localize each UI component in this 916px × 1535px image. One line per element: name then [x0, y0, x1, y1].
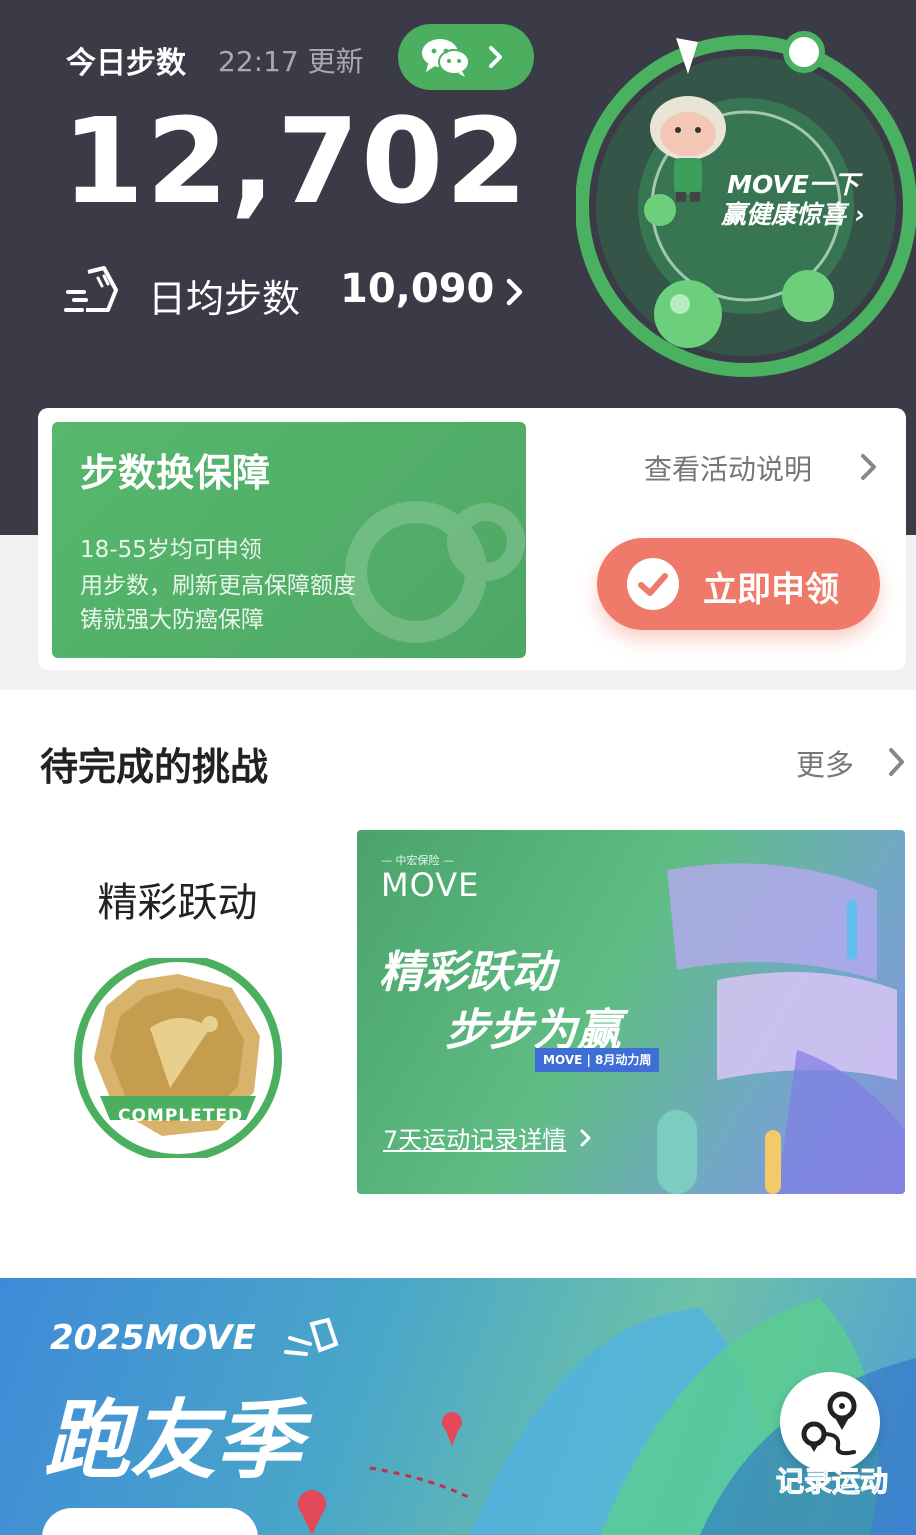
- banner-brand: MOVE: [381, 866, 480, 904]
- move-promo-text: MOVE一下 赢健康惊喜 ›: [718, 170, 868, 230]
- banner-tag: MOVE | 8月动力周: [535, 1048, 660, 1072]
- steps-for-coverage-panel[interactable]: 步数换保障 18-55岁均可申领 用步数，刷新更高保障额度 铸就强大防癌保障: [52, 422, 526, 658]
- banner-year: 2025MOVE: [50, 1318, 256, 1358]
- today-steps-count: 12,702: [62, 92, 530, 230]
- running-shoe-icon: [64, 266, 118, 312]
- banner-headline-1: 精彩跃动: [379, 947, 555, 998]
- chevron-right-icon: [580, 1129, 591, 1147]
- medal-status-label: COMPLETED: [118, 1106, 244, 1126]
- decorative-logo-icon: [345, 501, 525, 643]
- challenges-more-link[interactable]: 更多: [796, 742, 854, 784]
- activity-rules-link[interactable]: 查看活动说明: [644, 448, 812, 488]
- route-map-icon: [780, 1372, 880, 1472]
- wechat-icon: [422, 39, 470, 77]
- promo-line-1: 18-55岁均可申领: [80, 537, 262, 563]
- banner-title: 跑友季: [44, 1391, 302, 1491]
- promo-title: 步数换保障: [80, 451, 271, 495]
- chevron-right-icon: [489, 46, 502, 68]
- record-exercise-label: 记录运动: [775, 1465, 888, 1499]
- challenge-card-title: 精彩跃动: [97, 880, 258, 926]
- claim-now-button[interactable]: 立即申领: [597, 538, 880, 630]
- move-promo-line1: MOVE一下: [727, 170, 859, 199]
- average-steps-value: 10,090: [340, 266, 495, 312]
- move-promo-line2: 赢健康惊喜 ›: [720, 200, 865, 229]
- completed-medal-icon: [74, 958, 282, 1158]
- promo-line-2: 用步数，刷新更高保障额度: [80, 573, 356, 599]
- challenges-section-title: 待完成的挑战: [40, 745, 269, 789]
- claim-now-label: 立即申领: [703, 570, 839, 610]
- today-steps-label: 今日步数: [66, 46, 186, 81]
- banner-pill-button[interactable]: [42, 1508, 258, 1535]
- challenge-card[interactable]: 精彩跃动 COMPLETED: [40, 830, 315, 1194]
- seven-day-record-link[interactable]: 7天运动记录详情: [383, 1120, 566, 1155]
- wechat-share-button[interactable]: [398, 24, 534, 90]
- update-time: 22:17 更新: [218, 45, 364, 78]
- chevron-right-icon[interactable]: [886, 746, 908, 778]
- average-steps-label: 日均步数: [148, 277, 301, 321]
- record-exercise-button[interactable]: 记录运动: [762, 1372, 902, 1522]
- move-progress-ring[interactable]: MOVE一下 赢健康惊喜 ›: [575, 24, 916, 384]
- check-icon: [627, 558, 679, 610]
- chevron-right-icon[interactable]: [858, 452, 880, 482]
- challenge-banner[interactable]: — 中宏保险 — MOVE 精彩跃动 步步为赢 MOVE | 8月动力周 7天运…: [357, 830, 905, 1194]
- promo-line-3: 铸就强大防癌保障: [80, 607, 264, 633]
- chevron-right-icon: [506, 278, 523, 306]
